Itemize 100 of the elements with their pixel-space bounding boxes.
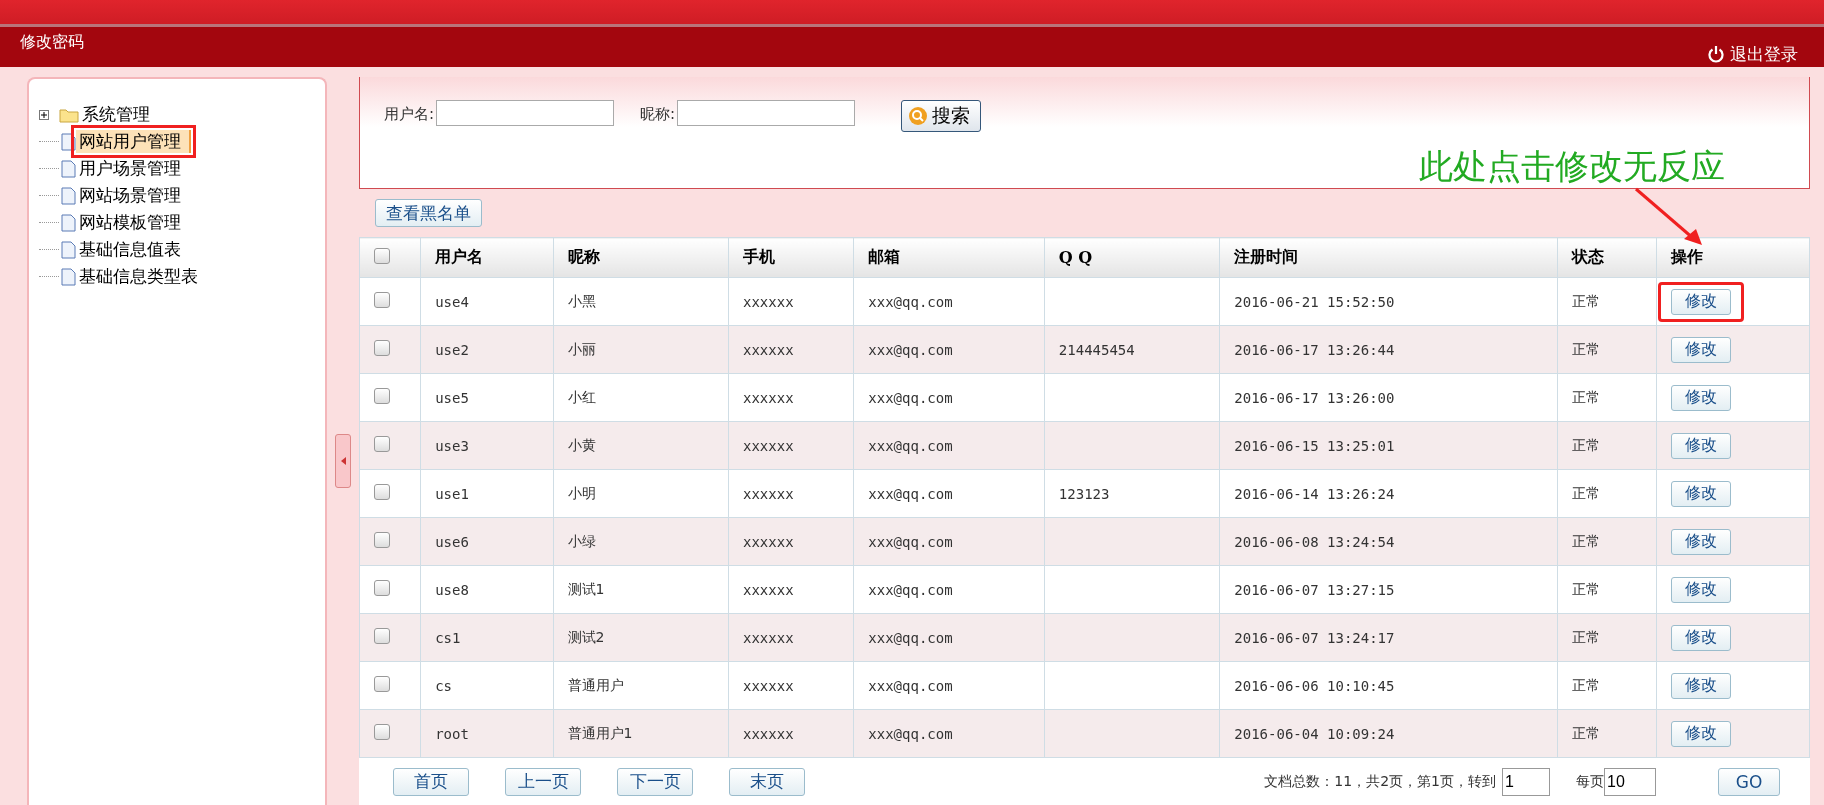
- edit-button[interactable]: 修改: [1670, 384, 1731, 411]
- checkbox[interactable]: [374, 247, 390, 264]
- table-cell: use6: [420, 517, 553, 566]
- column-header: 手机: [728, 237, 854, 278]
- change-password-link[interactable]: 修改密码: [20, 31, 84, 53]
- table-cell: 正常: [1557, 373, 1656, 422]
- table-cell: 普通用户1: [553, 709, 729, 758]
- table-cell: 测试2: [553, 613, 729, 662]
- checkbox[interactable]: [374, 340, 390, 356]
- tree-item[interactable]: 网站场景管理: [76, 184, 189, 207]
- search-icon: [908, 106, 929, 126]
- table-cell: xxxxxx: [728, 661, 854, 710]
- table-cell: 正常: [1557, 517, 1656, 566]
- table-cell: 123123: [1044, 469, 1220, 518]
- table-cell: cs1: [420, 613, 553, 662]
- search-button[interactable]: 搜索: [901, 100, 982, 132]
- logout-link[interactable]: 退出登录: [1708, 42, 1798, 66]
- document-icon: [61, 267, 76, 286]
- page-button[interactable]: 下一页: [617, 767, 693, 796]
- table-cell: xxx@qq.com: [853, 421, 1045, 470]
- table-cell: xxx@qq.com: [853, 277, 1045, 326]
- table-cell: xxx@qq.com: [853, 709, 1045, 758]
- table-cell: 214445454: [1044, 325, 1220, 374]
- go-button[interactable]: GO: [1718, 767, 1780, 796]
- checkbox[interactable]: [374, 676, 390, 692]
- table-cell: 小丽: [553, 325, 729, 374]
- edit-button[interactable]: 修改: [1670, 336, 1731, 363]
- table-cell: 小黑: [553, 277, 729, 326]
- table-cell: 2016-06-17 13:26:00: [1219, 373, 1558, 422]
- column-header: 注册时间: [1219, 237, 1558, 278]
- column-header: 昵称: [553, 237, 729, 278]
- edit-button[interactable]: 修改: [1670, 672, 1731, 699]
- table-cell: xxxxxx: [728, 565, 854, 614]
- page-summary: 文档总数：11，共2页，第1页，转到: [1264, 772, 1496, 791]
- column-header: 状态: [1557, 237, 1656, 278]
- page-button[interactable]: 末页: [729, 767, 805, 796]
- power-icon: [1708, 45, 1724, 63]
- folder-icon: [59, 106, 79, 123]
- tree-item[interactable]: 系统管理: [79, 103, 158, 126]
- page-button[interactable]: 首页: [393, 767, 469, 796]
- page-input[interactable]: 1: [1502, 767, 1550, 796]
- table-cell: 2016-06-07 13:27:15: [1219, 565, 1558, 614]
- page-button[interactable]: 上一页: [505, 767, 581, 796]
- checkbox[interactable]: [374, 388, 390, 404]
- table-cell: cs: [420, 661, 553, 710]
- table-cell: use8: [420, 565, 553, 614]
- table-cell: xxx@qq.com: [853, 517, 1045, 566]
- tree-item[interactable]: 网站模板管理: [76, 211, 189, 234]
- table-cell: 正常: [1557, 565, 1656, 614]
- edit-button[interactable]: 修改: [1670, 432, 1731, 459]
- checkbox[interactable]: [374, 580, 390, 596]
- edit-button[interactable]: 修改: [1670, 624, 1731, 651]
- table-cell: 小红: [553, 373, 729, 422]
- checkbox[interactable]: [374, 484, 390, 500]
- table-cell: root: [420, 709, 553, 758]
- column-header: 操作: [1656, 237, 1810, 278]
- tree-item[interactable]: 基础信息类型表: [76, 265, 206, 288]
- table-cell: xxx@qq.com: [853, 373, 1045, 422]
- table-cell: xxx@qq.com: [853, 565, 1045, 614]
- per-page-label: 每页: [1576, 772, 1604, 791]
- table-cell: use4: [420, 277, 553, 326]
- edit-button[interactable]: 修改: [1670, 528, 1731, 555]
- column-header: 邮箱: [853, 237, 1045, 278]
- search-field[interactable]: [677, 100, 856, 126]
- table-cell: 正常: [1557, 421, 1656, 470]
- search-field[interactable]: [436, 100, 615, 126]
- table-cell: 普通用户: [553, 661, 729, 710]
- table-cell: xxxxxx: [728, 469, 854, 518]
- edit-button[interactable]: 修改: [1670, 288, 1731, 315]
- table-cell: 2016-06-07 13:24:17: [1219, 613, 1558, 662]
- edit-button[interactable]: 修改: [1670, 480, 1731, 507]
- checkbox[interactable]: [374, 292, 390, 308]
- table-cell: use3: [420, 421, 553, 470]
- table-cell: 正常: [1557, 277, 1656, 326]
- checkbox[interactable]: [374, 532, 390, 548]
- table-cell: 测试1: [553, 565, 729, 614]
- table-cell: 2016-06-14 13:26:24: [1219, 469, 1558, 518]
- blacklist-button[interactable]: 查看黑名单: [375, 199, 482, 227]
- column-header: 用户名: [420, 237, 553, 278]
- table-cell: 正常: [1557, 325, 1656, 374]
- checkbox[interactable]: [374, 436, 390, 452]
- tree-item[interactable]: 基础信息值表: [76, 238, 189, 261]
- collapse-handle[interactable]: [335, 434, 351, 488]
- edit-button[interactable]: 修改: [1670, 576, 1731, 603]
- column-header: Q Q: [1044, 237, 1220, 278]
- document-icon: [61, 213, 76, 232]
- table-cell: xxxxxx: [728, 325, 854, 374]
- checkbox[interactable]: [374, 628, 390, 644]
- table-cell: xxxxxx: [728, 373, 854, 422]
- checkbox[interactable]: [374, 724, 390, 740]
- document-icon: [61, 240, 76, 259]
- table-cell: 2016-06-21 15:52:50: [1219, 277, 1558, 326]
- edit-button[interactable]: 修改: [1670, 720, 1731, 747]
- table-cell: 正常: [1557, 469, 1656, 518]
- per-page-input[interactable]: 10: [1604, 767, 1656, 796]
- table-cell: use2: [420, 325, 553, 374]
- field-label: 昵称:: [640, 105, 676, 124]
- table-cell: xxxxxx: [728, 709, 854, 758]
- tree-item[interactable]: 用户场景管理: [76, 157, 189, 180]
- table-cell: xxx@qq.com: [853, 325, 1045, 374]
